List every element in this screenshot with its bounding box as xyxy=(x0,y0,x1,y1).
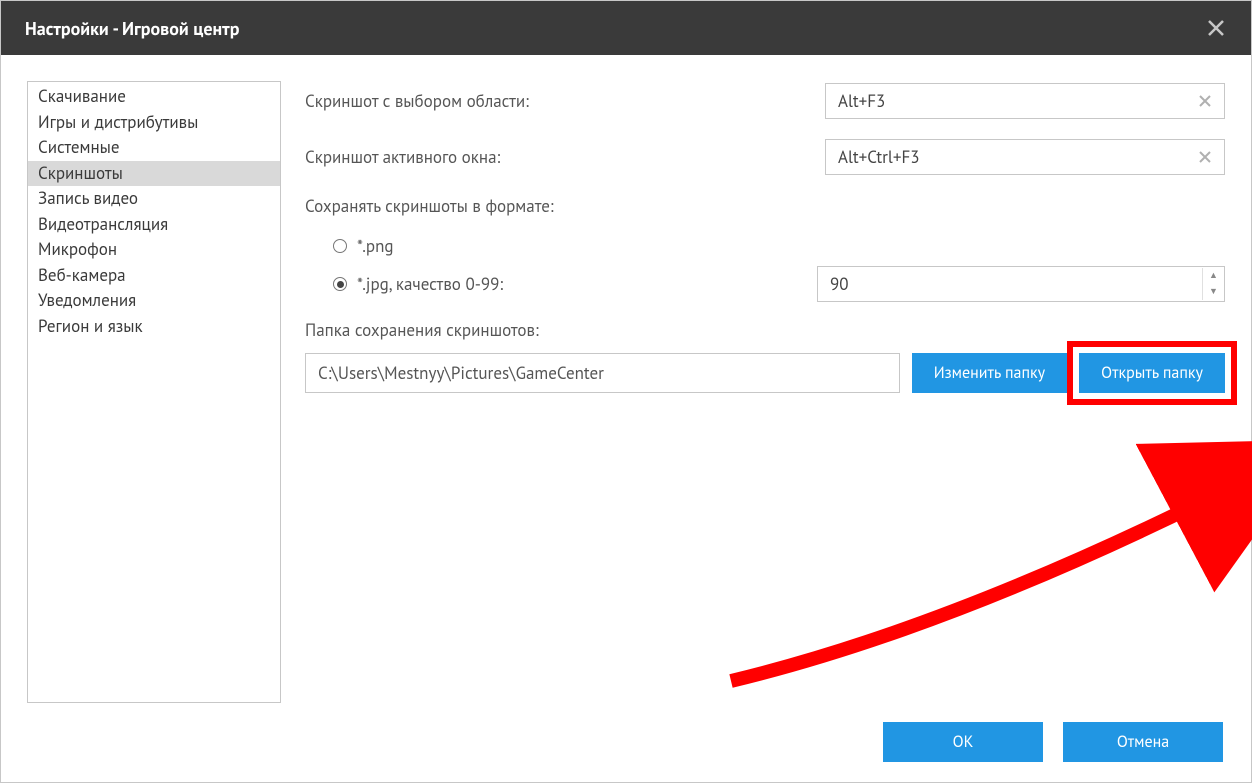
sidebar-item-download[interactable]: Скачивание xyxy=(28,84,280,110)
dialog-footer: OK Отмена xyxy=(883,722,1223,762)
window-titlebar: Настройки - Игровой центр xyxy=(1,1,1251,55)
active-window-screenshot-row: Скриншот активного окна: Alt+Ctrl+F3 xyxy=(305,139,1225,175)
settings-window: Настройки - Игровой центр Скачивание Игр… xyxy=(0,0,1252,783)
quantity-stepper[interactable]: ▲ ▼ xyxy=(1202,268,1224,300)
chevron-up-icon[interactable]: ▲ xyxy=(1203,268,1224,284)
format-radio-group: *.png *.jpg, качество 0-99: 90 ▲ ▼ xyxy=(305,229,1225,301)
radio-png[interactable] xyxy=(333,239,347,253)
chevron-down-icon[interactable]: ▼ xyxy=(1203,284,1224,300)
active-window-screenshot-label: Скриншот активного окна: xyxy=(305,146,825,168)
jpg-quality-value: 90 xyxy=(818,273,1202,295)
window-title: Настройки - Игровой центр xyxy=(25,17,239,40)
radio-png-row[interactable]: *.png xyxy=(333,229,1225,263)
annotation-arrow xyxy=(721,421,1252,701)
sidebar-item-stream[interactable]: Видеотрансляция xyxy=(28,212,280,238)
dialog-body: Скачивание Игры и дистрибутивы Системные… xyxy=(1,55,1251,782)
clear-icon[interactable] xyxy=(1194,87,1216,115)
sidebar-item-system[interactable]: Системные xyxy=(28,135,280,161)
sidebar-item-videorecord[interactable]: Запись видео xyxy=(28,186,280,212)
radio-jpg[interactable] xyxy=(333,277,347,291)
area-screenshot-input[interactable]: Alt+F3 xyxy=(825,83,1225,119)
active-window-screenshot-input[interactable]: Alt+Ctrl+F3 xyxy=(825,139,1225,175)
sidebar: Скачивание Игры и дистрибутивы Системные… xyxy=(27,81,281,703)
sidebar-item-region[interactable]: Регион и язык xyxy=(28,314,280,340)
sidebar-item-notifications[interactable]: Уведомления xyxy=(28,288,280,314)
active-window-screenshot-value: Alt+Ctrl+F3 xyxy=(838,146,1194,168)
open-folder-button-label: Открыть папку xyxy=(1101,363,1203,383)
jpg-quality-input[interactable]: 90 ▲ ▼ xyxy=(817,266,1225,302)
area-screenshot-row: Скриншот с выбором области: Alt+F3 xyxy=(305,83,1225,119)
clear-icon[interactable] xyxy=(1194,143,1216,171)
area-screenshot-label: Скриншот с выбором области: xyxy=(305,90,825,112)
area-screenshot-value: Alt+F3 xyxy=(838,90,1194,112)
radio-jpg-row[interactable]: *.jpg, качество 0-99: 90 ▲ ▼ xyxy=(333,267,1225,301)
radio-png-label: *.png xyxy=(357,235,394,257)
radio-jpg-label: *.jpg, качество 0-99: xyxy=(357,273,817,295)
sidebar-item-games[interactable]: Игры и дистрибутивы xyxy=(28,110,280,136)
open-folder-button[interactable]: Открыть папку xyxy=(1079,353,1225,393)
sidebar-item-screenshots[interactable]: Скриншоты xyxy=(28,161,280,187)
format-label: Сохранять скриншоты в формате: xyxy=(305,195,1225,217)
folder-path-value: C:\Users\Mestnyy\Pictures\GameCenter xyxy=(318,362,604,384)
sidebar-item-webcam[interactable]: Веб-камера xyxy=(28,263,280,289)
close-icon[interactable] xyxy=(1201,13,1231,43)
folder-row: C:\Users\Mestnyy\Pictures\GameCenter Изм… xyxy=(305,353,1225,393)
folder-label: Папка сохранения скриншотов: xyxy=(305,319,1225,341)
cancel-button[interactable]: Отмена xyxy=(1063,722,1223,762)
main-panel: Скриншот с выбором области: Alt+F3 Скрин… xyxy=(281,81,1225,782)
ok-button[interactable]: OK xyxy=(883,722,1043,762)
change-folder-button[interactable]: Изменить папку xyxy=(912,353,1067,393)
folder-path-input[interactable]: C:\Users\Mestnyy\Pictures\GameCenter xyxy=(305,353,900,393)
sidebar-item-mic[interactable]: Микрофон xyxy=(28,237,280,263)
